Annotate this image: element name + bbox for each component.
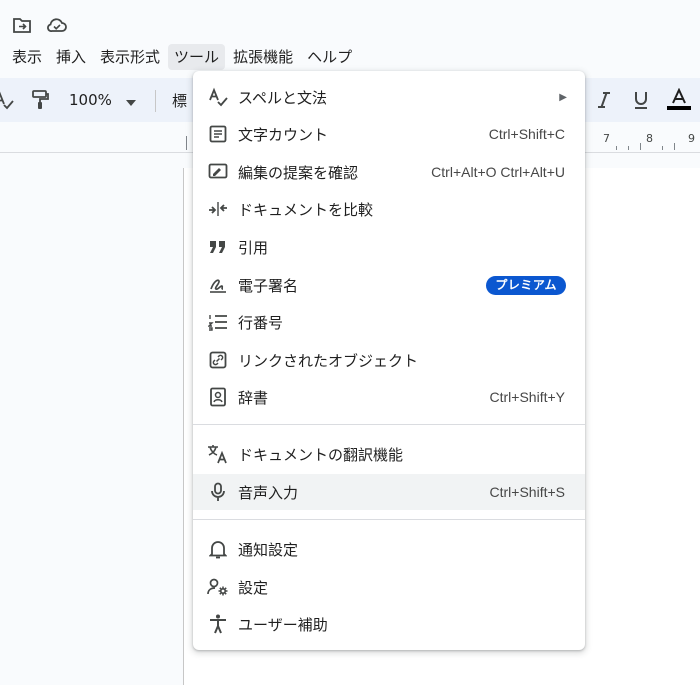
page-edge	[183, 168, 184, 685]
menu-item-word-count[interactable]: 文字カウント Ctrl+Shift+C	[193, 116, 585, 152]
menu-item-linked-objects[interactable]: リンクされたオブジェクト	[193, 342, 585, 378]
dictionary-icon	[207, 386, 229, 408]
menu-item-shortcut: Ctrl+Shift+Y	[489, 389, 565, 405]
citation-icon	[207, 236, 229, 258]
menu-item-review-suggested-edits[interactable]: 編集の提案を確認 Ctrl+Alt+O Ctrl+Alt+U	[193, 154, 585, 190]
menu-item-shortcut: Ctrl+Shift+S	[489, 484, 565, 500]
review-edits-icon	[207, 161, 229, 183]
menu-item-label: 引用	[238, 238, 269, 257]
menu-item-spelling-grammar[interactable]: スペルと文法 ▶	[193, 79, 585, 115]
menu-item-translate-document[interactable]: ドキュメントの翻訳機能	[193, 436, 585, 472]
zoom-value: 100%	[69, 91, 112, 109]
menu-item-label: 音声入力	[238, 483, 299, 502]
menu-item-citations[interactable]: 引用	[193, 229, 585, 265]
menu-divider	[193, 519, 585, 520]
menu-item-line-numbers[interactable]: 行番号	[193, 304, 585, 340]
signature-icon	[207, 274, 229, 296]
move-folder-icon[interactable]	[12, 16, 32, 34]
menu-item-esignature[interactable]: 電子署名 プレミアム	[193, 267, 585, 303]
menu-item-label: 電子署名	[238, 276, 299, 295]
menu-item-shortcut: Ctrl+Shift+C	[488, 126, 565, 142]
translate-icon	[207, 443, 229, 465]
text-color-icon[interactable]	[666, 78, 692, 122]
menu-divider	[193, 424, 585, 425]
ruler-tick	[628, 146, 629, 150]
menu-item-voice-typing[interactable]: 音声入力 Ctrl+Shift+S	[193, 474, 585, 510]
menu-item-label: 辞書	[238, 388, 269, 407]
menu-item-label: リンクされたオブジェクト	[238, 351, 419, 370]
bell-icon	[207, 538, 229, 560]
menu-item-label: スペルと文法	[238, 88, 327, 107]
toolbar-divider	[155, 90, 156, 112]
menu-view[interactable]: 表示	[6, 44, 48, 70]
underline-icon[interactable]	[632, 78, 650, 122]
spellcheck-toolbar-icon[interactable]	[0, 78, 14, 122]
menu-item-label: 設定	[238, 578, 269, 597]
menu-insert[interactable]: 挿入	[50, 44, 92, 70]
line-numbers-icon	[207, 311, 229, 333]
italic-icon[interactable]	[596, 78, 612, 122]
paint-format-icon[interactable]	[30, 78, 50, 122]
ruler-number: 9	[688, 132, 695, 145]
word-count-icon	[207, 123, 229, 145]
menu-item-shortcut: Ctrl+Alt+O Ctrl+Alt+U	[431, 164, 565, 180]
menu-bar: 表示 挿入 表示形式 ツール 拡張機能 ヘルプ	[0, 44, 358, 70]
menu-item-compare-documents[interactable]: ドキュメントを比較	[193, 191, 585, 227]
menu-item-preferences[interactable]: 設定	[193, 569, 585, 605]
settings-icon	[207, 576, 229, 598]
accessibility-icon	[207, 613, 229, 635]
compare-icon	[207, 198, 229, 220]
style-select[interactable]: 標	[172, 78, 187, 122]
menu-item-dictionary[interactable]: 辞書 Ctrl+Shift+Y	[193, 379, 585, 415]
menu-item-label: 通知設定	[238, 540, 299, 559]
link-icon	[207, 349, 229, 371]
spellcheck-icon	[207, 86, 229, 108]
menu-item-label: ドキュメントを比較	[238, 200, 374, 219]
ruler-tick	[616, 146, 617, 150]
top-icon-row	[12, 16, 68, 34]
ruler-margin-mark	[186, 136, 187, 150]
menu-tools[interactable]: ツール	[168, 44, 226, 70]
menu-help[interactable]: ヘルプ	[301, 44, 358, 70]
submenu-arrow-icon: ▶	[559, 91, 567, 103]
menu-item-notification-settings[interactable]: 通知設定	[193, 531, 585, 567]
menu-item-label: ユーザー補助	[238, 615, 328, 634]
style-value: 標	[172, 91, 188, 110]
tools-menu: スペルと文法 ▶ 文字カウント Ctrl+Shift+C 編集の提案を確認 Ct…	[193, 71, 585, 650]
zoom-select[interactable]: 100%	[69, 78, 136, 122]
menu-item-label: 行番号	[238, 313, 284, 332]
menu-extensions[interactable]: 拡張機能	[227, 44, 299, 70]
ruler-tick	[640, 143, 641, 150]
chevron-down-icon	[125, 91, 136, 110]
ruler-number: 7	[603, 132, 610, 145]
menu-item-label: ドキュメントの翻訳機能	[238, 445, 404, 464]
menu-item-label: 編集の提案を確認	[238, 163, 359, 182]
menu-format[interactable]: 表示形式	[94, 44, 166, 70]
ruler-tick	[674, 143, 675, 150]
mic-icon	[207, 481, 229, 503]
ruler-number: 8	[646, 132, 653, 145]
menu-item-label: 文字カウント	[238, 125, 329, 144]
ruler-tick	[662, 146, 663, 150]
menu-item-accessibility[interactable]: ユーザー補助	[193, 606, 585, 642]
cloud-saved-icon[interactable]	[46, 16, 68, 34]
premium-badge: プレミアム	[486, 275, 566, 295]
